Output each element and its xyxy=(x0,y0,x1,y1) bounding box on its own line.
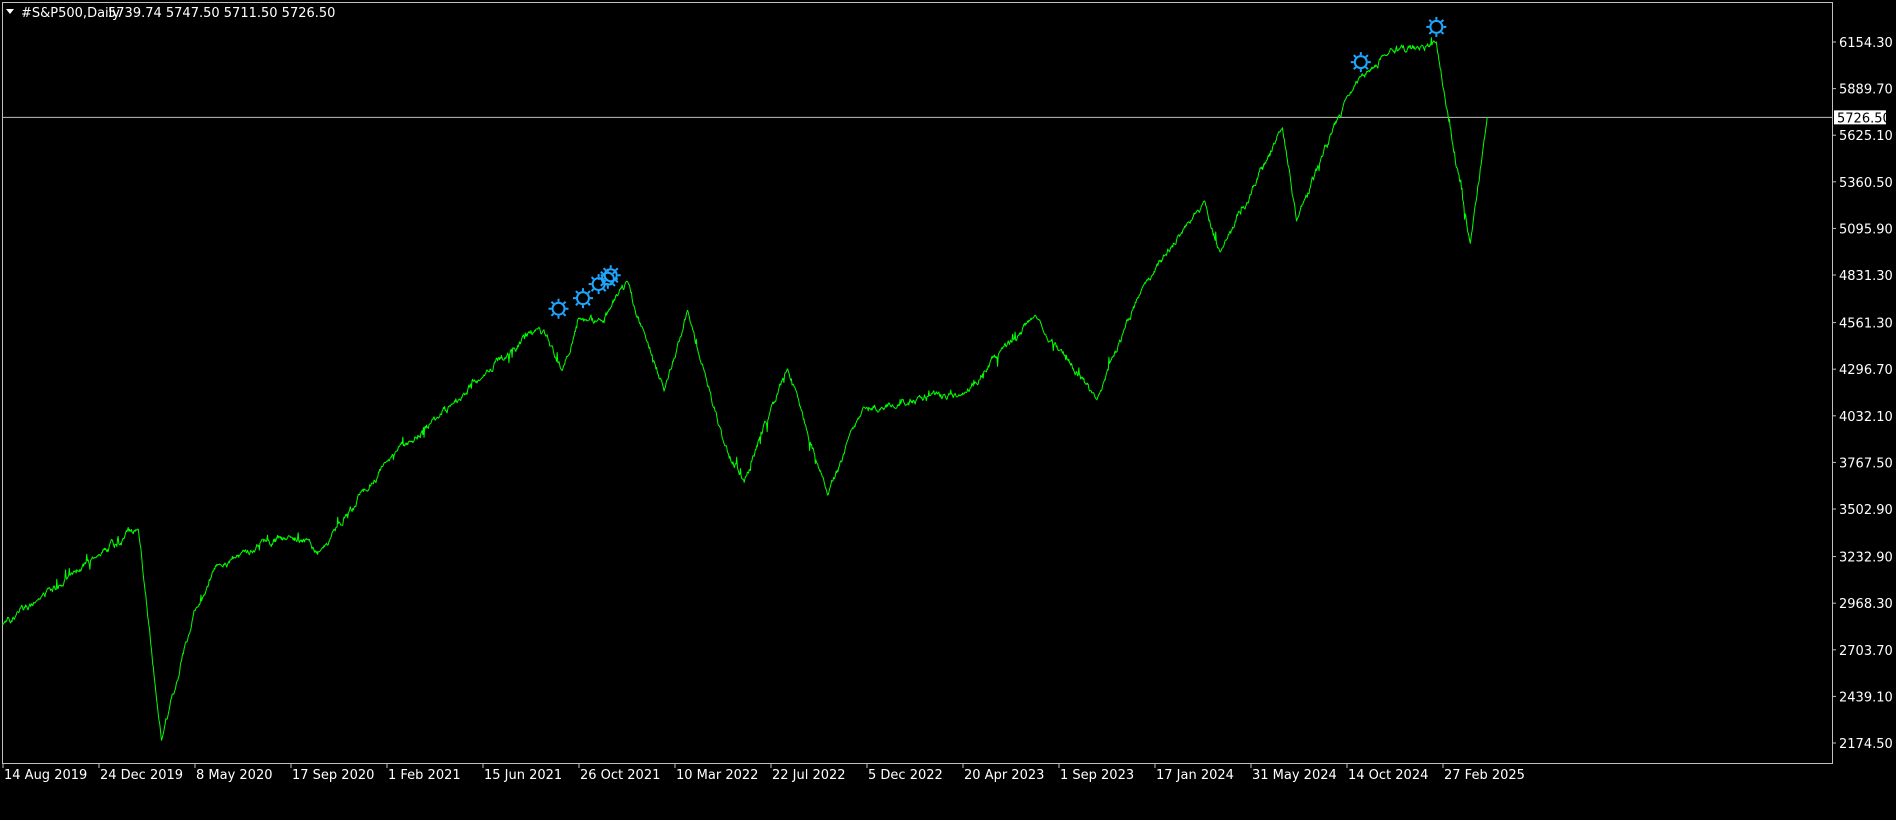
x-tick-label: 20 Apr 2023 xyxy=(964,768,1044,783)
price-series-line xyxy=(1,37,1488,741)
signal-marker-ray xyxy=(614,267,619,272)
triangle-down-icon[interactable] xyxy=(6,9,14,14)
signal-marker-ray xyxy=(602,288,607,292)
signal-marker-ray xyxy=(562,300,567,305)
x-tick-label: 22 Jul 2022 xyxy=(772,768,846,783)
signal-marker-ray xyxy=(590,276,595,280)
y-tick-label: 5360.50 xyxy=(1839,176,1893,191)
y-tick-label: 4296.70 xyxy=(1839,363,1893,378)
plot-area-frame[interactable] xyxy=(2,2,1833,764)
chart-svg[interactable]: #S&P500,Daily 5739.74 5747.50 5711.50 57… xyxy=(0,0,1896,820)
y-tick-label: 2703.70 xyxy=(1839,644,1893,659)
signal-marker-ray xyxy=(1440,19,1445,23)
signal-marker-icon[interactable] xyxy=(1426,16,1447,37)
signal-marker-ray xyxy=(587,290,591,294)
symbol-title: #S&P500,Daily xyxy=(21,6,120,21)
signal-marker-ray xyxy=(614,279,619,284)
signal-marker-ray xyxy=(600,283,604,287)
signal-marker-ring xyxy=(603,268,618,283)
signal-marker-ray xyxy=(600,271,604,275)
marker-group xyxy=(548,16,1447,319)
x-tick-label: 15 Jun 2021 xyxy=(484,768,562,783)
y-tick-label: 3767.50 xyxy=(1839,456,1893,471)
x-tick-label: 1 Sep 2023 xyxy=(1060,768,1134,783)
y-tick-label: 5625.10 xyxy=(1839,129,1893,144)
signal-marker-ray xyxy=(550,300,555,305)
y-tick-label: 2174.50 xyxy=(1839,737,1893,752)
y-tick-label: 3232.90 xyxy=(1839,551,1893,566)
signal-marker-ray xyxy=(1353,66,1357,70)
ohlc-readout: 5739.74 5747.50 5711.50 5726.50 xyxy=(108,6,335,21)
time-axis[interactable]: 14 Aug 2019 24 Dec 2019 8 May 2020 17 Sep 2… xyxy=(2,763,1525,783)
signal-marker-ray xyxy=(1353,54,1357,58)
y-tick-label: 4831.30 xyxy=(1839,269,1893,284)
y-tick-label: 2439.10 xyxy=(1839,690,1893,705)
signal-marker-ray xyxy=(1428,19,1433,23)
y-tick-label: 5889.70 xyxy=(1839,83,1893,98)
current-price-label: 5726.50 xyxy=(1837,111,1891,126)
y-tick-label: 5095.90 xyxy=(1839,222,1893,237)
signal-marker-ray xyxy=(612,283,616,287)
y-tick-label: 2968.30 xyxy=(1839,597,1893,612)
signal-marker-ring xyxy=(551,301,566,316)
y-tick-label: 6154.30 xyxy=(1839,36,1893,51)
y-tick-label: 3502.90 xyxy=(1839,503,1893,518)
x-tick-label: 27 Feb 2025 xyxy=(1444,768,1525,783)
signal-marker-ray xyxy=(1428,31,1433,35)
signal-marker-ray xyxy=(575,302,579,306)
x-tick-label: 17 Jan 2024 xyxy=(1156,768,1234,783)
price-series-group xyxy=(1,37,1488,741)
chart-window[interactable]: #S&P500,Daily 5739.74 5747.50 5711.50 57… xyxy=(0,0,1896,820)
signal-marker-ray xyxy=(590,288,595,292)
signal-marker-ray xyxy=(562,312,567,317)
signal-marker-ray xyxy=(550,312,555,317)
signal-marker-ray xyxy=(602,267,607,272)
y-tick-label: 4561.30 xyxy=(1839,317,1893,332)
x-tick-label: 14 Oct 2024 xyxy=(1348,768,1428,783)
signal-marker-ring xyxy=(1353,55,1368,70)
signal-marker-ray xyxy=(1365,66,1369,70)
x-tick-label: 8 May 2020 xyxy=(196,768,273,783)
signal-marker-icon[interactable] xyxy=(548,298,569,319)
price-axis[interactable]: 6154.30 5889.70 5625.10 5360.50 5095.90 4831.… xyxy=(1832,36,1893,752)
x-tick-label: 14 Aug 2019 xyxy=(4,768,87,783)
signal-marker-ring xyxy=(1429,19,1444,34)
y-tick-label: 4032.10 xyxy=(1839,410,1893,425)
x-tick-label: 1 Feb 2021 xyxy=(388,768,461,783)
x-tick-label: 10 Mar 2022 xyxy=(676,768,758,783)
x-tick-label: 24 Dec 2019 xyxy=(100,768,183,783)
x-tick-label: 17 Sep 2020 xyxy=(292,768,374,783)
signal-marker-ray xyxy=(587,302,591,306)
x-tick-label: 5 Dec 2022 xyxy=(868,768,943,783)
signal-marker-icon[interactable] xyxy=(1350,52,1371,73)
signal-marker-ring xyxy=(575,291,590,306)
signal-marker-ray xyxy=(1365,54,1369,58)
signal-marker-ray xyxy=(1440,31,1445,35)
signal-marker-icon[interactable] xyxy=(572,288,593,309)
signal-marker-ray xyxy=(575,290,579,294)
signal-marker-icon[interactable] xyxy=(600,265,621,286)
x-tick-label: 26 Oct 2021 xyxy=(580,768,660,783)
x-tick-label: 31 May 2024 xyxy=(1252,768,1337,783)
